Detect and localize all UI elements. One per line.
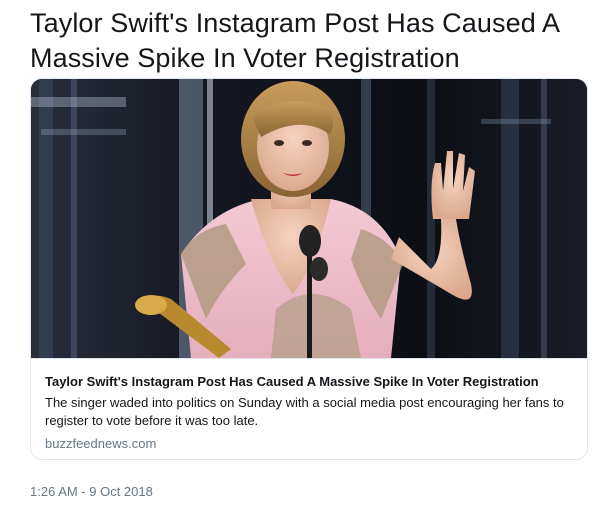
card-description: The singer waded into politics on Sunday… [45,395,564,428]
tweet-text: Taylor Swift's Instagram Post Has Caused… [30,8,559,73]
link-preview-card[interactable]: Taylor Swift's Instagram Post Has Caused… [30,78,588,460]
card-title[interactable]: Taylor Swift's Instagram Post Has Caused… [45,373,575,391]
tweet-timestamp[interactable]: 1:26 AM - 9 Oct 2018 [30,483,153,500]
card-body[interactable]: Taylor Swift's Instagram Post Has Caused… [31,358,587,459]
card-photo [31,79,587,358]
card-image[interactable] [31,79,587,358]
card-domain: buzzfeednews.com [45,436,157,451]
